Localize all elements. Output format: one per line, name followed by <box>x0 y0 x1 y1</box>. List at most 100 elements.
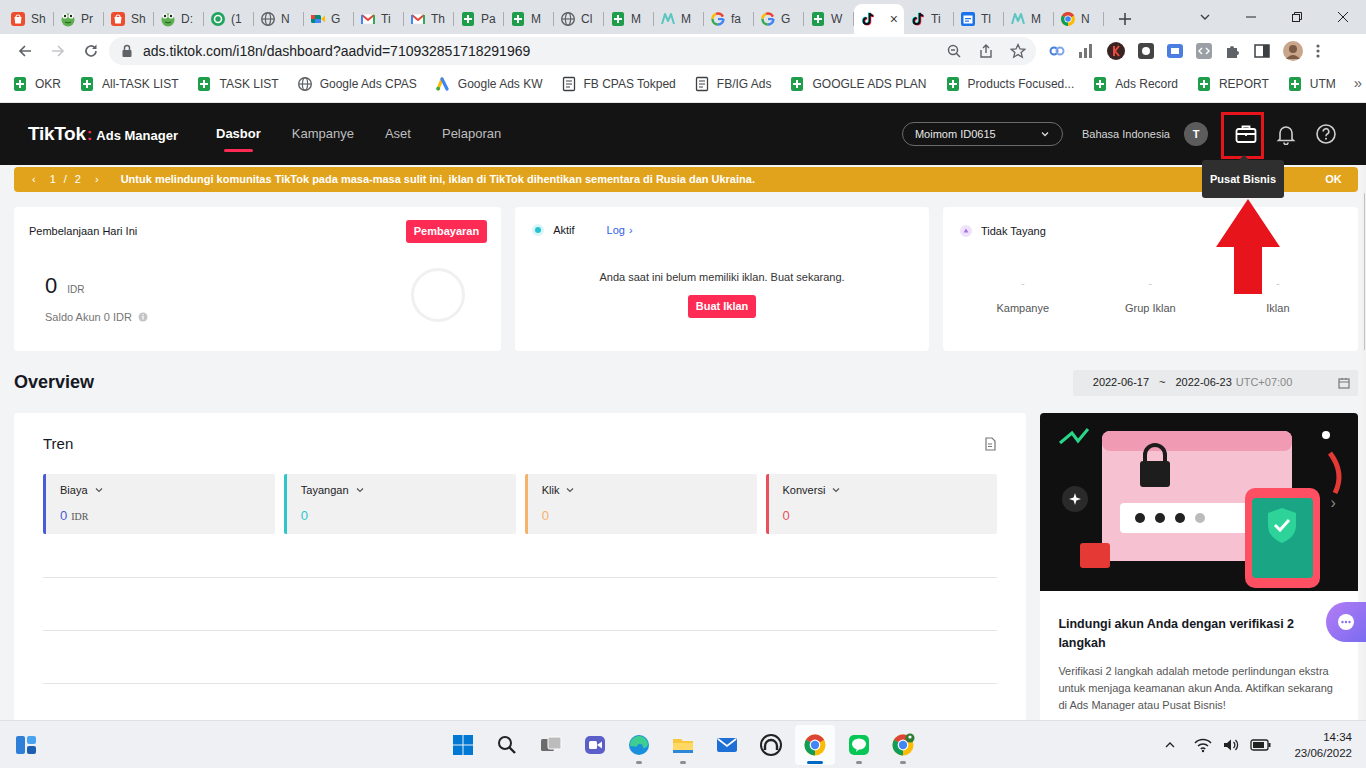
volume-icon[interactable] <box>1222 737 1240 753</box>
browser-tab[interactable]: Ti <box>904 4 954 34</box>
taskbar-app[interactable] <box>707 725 747 765</box>
zoom-icon[interactable] <box>946 43 962 59</box>
promo-prev-button[interactable] <box>1062 486 1088 512</box>
minimize-icon[interactable] <box>1228 0 1274 34</box>
taskbar-app[interactable] <box>795 725 835 765</box>
nav-item[interactable]: Pelaporan <box>442 118 501 150</box>
metric-card[interactable]: Biaya0IDR <box>43 474 275 534</box>
bars-icon[interactable] <box>1077 42 1095 60</box>
browser-tab[interactable]: D: <box>154 4 204 34</box>
chat-button[interactable] <box>1326 602 1366 642</box>
next-button[interactable]: › <box>95 171 99 188</box>
metric-card[interactable]: Konversi0 <box>766 474 998 534</box>
browser-tab[interactable]: Sh <box>4 4 54 34</box>
tab-search-chevron-icon[interactable] <box>1182 0 1228 34</box>
browser-tab[interactable]: Th <box>404 4 454 34</box>
browser-tab[interactable]: Cl <box>554 4 604 34</box>
k-extension-icon[interactable] <box>1106 41 1126 61</box>
restore-icon[interactable] <box>1274 0 1320 34</box>
taskbar-app[interactable] <box>531 725 571 765</box>
bookmark[interactable]: UTM <box>1287 75 1336 93</box>
sidebar-icon[interactable] <box>1253 42 1271 60</box>
account-select[interactable]: Moimom ID0615 <box>902 122 1063 146</box>
payment-button[interactable]: Pembayaran <box>406 220 487 243</box>
bookmark[interactable]: FB/IG Ads <box>694 75 772 93</box>
kebab-menu-icon[interactable] <box>1315 42 1321 60</box>
clock[interactable]: 14:3423/06/2022 <box>1294 729 1352 761</box>
prev-button[interactable]: ‹ <box>32 171 36 188</box>
bookmark[interactable]: All-TASK LIST <box>79 75 178 93</box>
browser-tab[interactable]: Pa <box>454 4 504 34</box>
browser-tab[interactable]: × <box>854 4 904 34</box>
language-select[interactable]: Bahasa Indonesia <box>1082 126 1170 143</box>
puzzle-icon[interactable] <box>1224 42 1242 60</box>
create-ad-button[interactable]: Buat Iklan <box>688 295 757 318</box>
date-range-picker[interactable]: 2022-06-17~2022-06-23UTC+07:00 <box>1073 370 1358 396</box>
browser-tab[interactable]: M <box>604 4 654 34</box>
browser-tab[interactable]: G <box>304 4 354 34</box>
user-avatar[interactable]: T <box>1184 122 1208 146</box>
browser-tab[interactable]: (1 <box>204 4 254 34</box>
browser-tab[interactable]: Pr <box>54 4 104 34</box>
bookmark[interactable]: Products Focused... <box>945 75 1075 93</box>
browser-tab[interactable]: Sh <box>104 4 154 34</box>
back-button[interactable] <box>8 37 41 65</box>
taskbar-app[interactable] <box>839 725 879 765</box>
not-delivering-item[interactable]: -Grup Iklan <box>1087 276 1215 317</box>
fb-extension-icon[interactable] <box>1137 42 1155 60</box>
nav-item[interactable]: Aset <box>385 118 411 150</box>
taskbar-app[interactable] <box>487 725 527 765</box>
taskbar-app[interactable] <box>619 725 659 765</box>
browser-tab[interactable]: Tl <box>954 4 1004 34</box>
taskbar-app[interactable] <box>663 725 703 765</box>
browser-tab[interactable]: M <box>504 4 554 34</box>
close-icon[interactable] <box>1320 0 1366 34</box>
not-delivering-item[interactable]: -Kampanye <box>959 276 1087 317</box>
browser-tab[interactable]: G <box>754 4 804 34</box>
browser-tab[interactable]: Ti <box>354 4 404 34</box>
blue-extension-icon[interactable] <box>1166 42 1184 60</box>
reload-button[interactable] <box>74 37 107 65</box>
profile-avatar-icon[interactable] <box>1282 40 1304 62</box>
metric-card[interactable]: Klik0 <box>525 474 757 534</box>
log-link[interactable]: Log› <box>607 222 633 239</box>
wifi-icon[interactable] <box>1194 737 1212 753</box>
widgets-button[interactable] <box>14 733 38 764</box>
browser-tab[interactable]: M <box>1004 4 1054 34</box>
battery-icon[interactable] <box>1250 738 1272 752</box>
browser-tab[interactable]: N <box>254 4 304 34</box>
nav-item[interactable]: Dasbor <box>216 118 261 150</box>
bookmark[interactable]: Ads Record <box>1092 75 1178 93</box>
new-tab-button[interactable] <box>1110 4 1140 34</box>
bookmark[interactable]: Google Ads KW <box>435 75 543 93</box>
metric-card[interactable]: Tayangan0 <box>284 474 516 534</box>
browser-tab[interactable]: N <box>1054 4 1104 34</box>
browser-tab[interactable]: fa <box>704 4 754 34</box>
bookmark[interactable]: TASK LIST <box>196 75 278 93</box>
taskbar-app[interactable] <box>751 725 791 765</box>
tray-chevron-icon[interactable] <box>1164 739 1176 751</box>
bookmark[interactable]: FB CPAS Tokped <box>561 75 676 93</box>
link-icon[interactable] <box>1048 42 1066 60</box>
promo-next-button[interactable]: › <box>1330 491 1335 515</box>
forward-button[interactable] <box>41 37 74 65</box>
tab-close-button[interactable]: × <box>890 12 898 26</box>
export-icon[interactable] <box>983 437 997 451</box>
address-bar[interactable]: ads.tiktok.com/i18n/dashboard?aadvid=710… <box>109 37 1036 65</box>
browser-tab[interactable]: W <box>804 4 854 34</box>
star-icon[interactable] <box>1010 43 1026 59</box>
taskbar-app[interactable] <box>883 725 923 765</box>
taskbar-app[interactable] <box>575 725 615 765</box>
bookmark[interactable]: GOOGLE ADS PLAN <box>789 75 926 93</box>
scrollbar-thumb[interactable] <box>1364 193 1365 350</box>
dismiss-button[interactable]: OK <box>1325 171 1342 188</box>
share-icon[interactable] <box>978 43 994 59</box>
bookmark[interactable]: REPORT <box>1196 75 1269 93</box>
more-bookmarks-button[interactable]: » <box>1354 72 1366 95</box>
not-delivering-item[interactable]: -Iklan <box>1214 276 1342 317</box>
bookmark[interactable]: Google Ads CPAS <box>297 75 417 93</box>
browser-tab[interactable]: M <box>654 4 704 34</box>
business-center-button[interactable] <box>1226 114 1266 154</box>
help-button[interactable] <box>1306 114 1346 154</box>
taskbar-app[interactable] <box>443 725 483 765</box>
